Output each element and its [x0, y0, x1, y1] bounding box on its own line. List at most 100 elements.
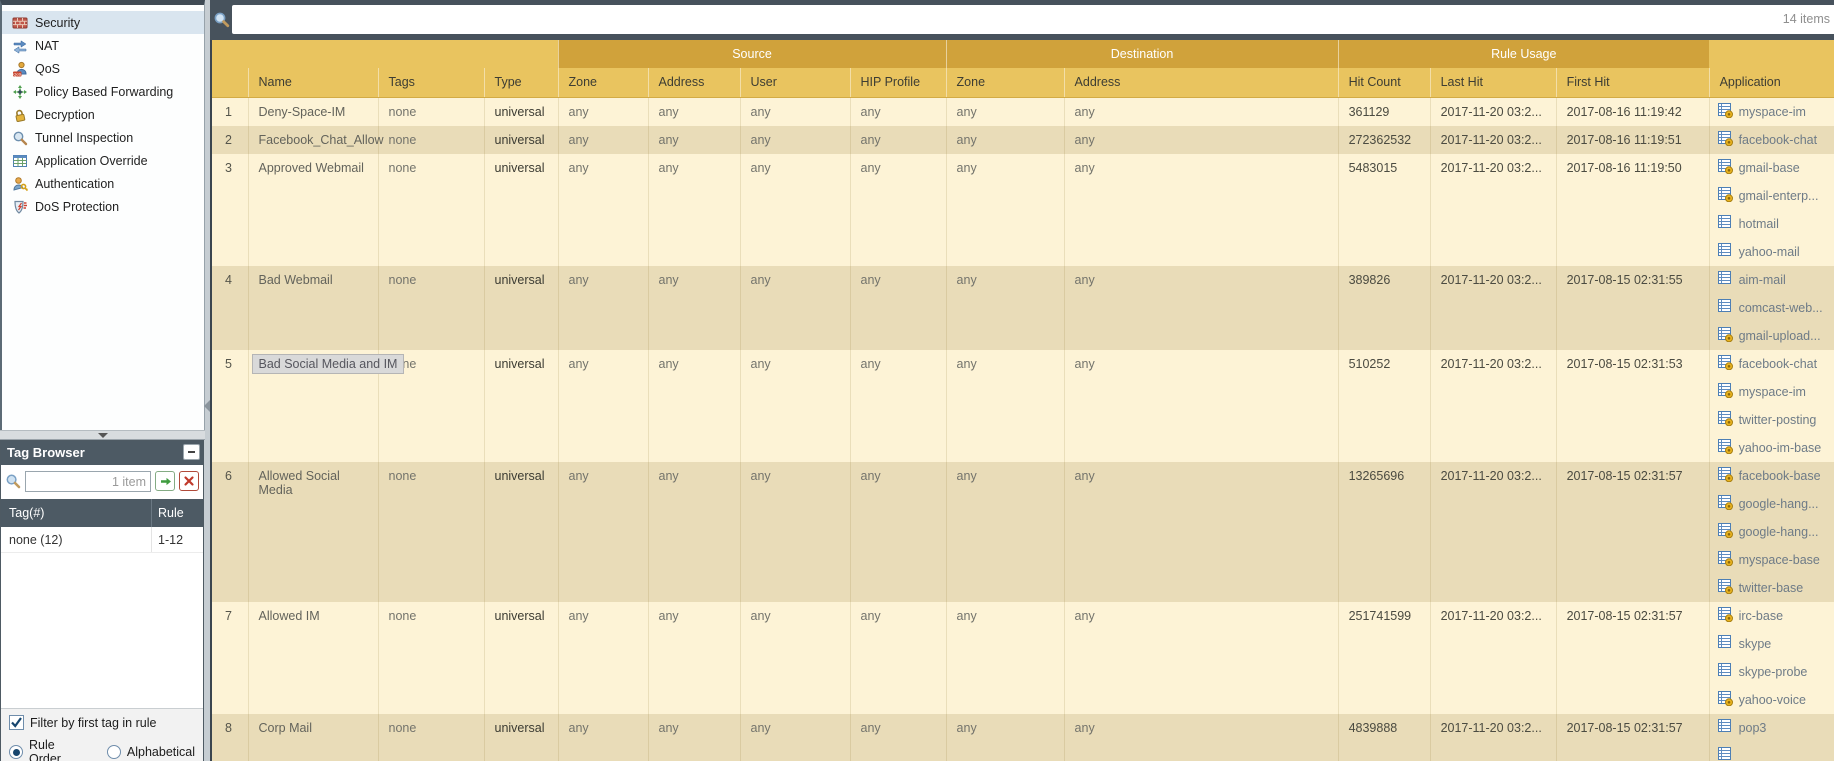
- source-user-cell[interactable]: any: [740, 154, 850, 266]
- column-header-last-hit[interactable]: Last Hit: [1430, 68, 1556, 97]
- tags-cell[interactable]: none: [378, 714, 484, 761]
- sidebar-item-decryption[interactable]: Decryption: [2, 103, 204, 126]
- type-cell[interactable]: universal: [484, 266, 558, 350]
- hip-profile-cell[interactable]: any: [850, 350, 946, 462]
- source-address-cell[interactable]: any: [648, 602, 740, 714]
- checkbox-checked-icon[interactable]: [9, 715, 24, 730]
- hip-profile-cell[interactable]: any: [850, 266, 946, 350]
- rule-number-cell[interactable]: 5: [212, 350, 248, 462]
- hip-profile-cell[interactable]: any: [850, 126, 946, 154]
- tag-search-input[interactable]: 1 item: [25, 471, 151, 492]
- tags-cell[interactable]: none: [378, 126, 484, 154]
- hip-profile-cell[interactable]: any: [850, 154, 946, 266]
- tag-row[interactable]: none (12)1-12: [1, 527, 203, 553]
- application-item[interactable]: myspace-im: [1710, 98, 1834, 126]
- tags-cell[interactable]: none: [378, 462, 484, 602]
- sort-option-rule-order[interactable]: Rule Order: [9, 738, 83, 761]
- dest-address-cell[interactable]: any: [1064, 602, 1338, 714]
- column-header-source-zone[interactable]: Zone: [558, 68, 648, 97]
- application-item[interactable]: yahoo-voice: [1710, 686, 1834, 714]
- tags-cell[interactable]: none: [378, 266, 484, 350]
- dest-zone-cell[interactable]: any: [946, 462, 1064, 602]
- rule-name-cell[interactable]: Allowed Social Media: [248, 462, 378, 602]
- source-address-cell[interactable]: any: [648, 350, 740, 462]
- rule-number-cell[interactable]: 8: [212, 714, 248, 761]
- radio-icon[interactable]: [107, 745, 121, 759]
- source-user-cell[interactable]: any: [740, 266, 850, 350]
- column-header-hip-profile[interactable]: HIP Profile: [850, 68, 946, 97]
- dest-address-cell[interactable]: any: [1064, 350, 1338, 462]
- column-header-hit-count[interactable]: Hit Count: [1338, 68, 1430, 97]
- source-user-cell[interactable]: any: [740, 714, 850, 761]
- dest-zone-cell[interactable]: any: [946, 97, 1064, 126]
- rule-name-cell[interactable]: Bad Social Media and IM: [248, 350, 378, 462]
- column-header-number[interactable]: [212, 68, 248, 97]
- application-item[interactable]: [1710, 742, 1834, 761]
- type-cell[interactable]: universal: [484, 602, 558, 714]
- source-address-cell[interactable]: any: [648, 462, 740, 602]
- source-address-cell[interactable]: any: [648, 154, 740, 266]
- application-item[interactable]: yahoo-im-base: [1710, 434, 1834, 462]
- application-item[interactable]: aim-mail: [1710, 266, 1834, 294]
- source-user-cell[interactable]: any: [740, 462, 850, 602]
- source-zone-cell[interactable]: any: [558, 714, 648, 761]
- column-header-first-hit[interactable]: First Hit: [1556, 68, 1709, 97]
- source-user-cell[interactable]: any: [740, 97, 850, 126]
- application-item[interactable]: gmail-upload...: [1710, 322, 1834, 350]
- application-item[interactable]: pop3: [1710, 714, 1834, 742]
- dest-zone-cell[interactable]: any: [946, 266, 1064, 350]
- collapse-down-icon[interactable]: [98, 433, 108, 438]
- sidebar-item-application-override[interactable]: Application Override: [2, 149, 204, 172]
- application-item[interactable]: myspace-base: [1710, 546, 1834, 574]
- application-item[interactable]: twitter-posting: [1710, 406, 1834, 434]
- dest-address-cell[interactable]: any: [1064, 266, 1338, 350]
- application-item[interactable]: comcast-web...: [1710, 294, 1834, 322]
- source-zone-cell[interactable]: any: [558, 154, 648, 266]
- sort-option-alphabetical[interactable]: Alphabetical: [107, 738, 195, 761]
- dest-zone-cell[interactable]: any: [946, 126, 1064, 154]
- type-cell[interactable]: universal: [484, 154, 558, 266]
- application-item[interactable]: myspace-im: [1710, 378, 1834, 406]
- sidebar-item-nat[interactable]: NAT: [2, 34, 204, 57]
- rule-number-cell[interactable]: 1: [212, 97, 248, 126]
- tags-cell[interactable]: none: [378, 97, 484, 126]
- source-address-cell[interactable]: any: [648, 714, 740, 761]
- type-cell[interactable]: universal: [484, 350, 558, 462]
- type-cell[interactable]: universal: [484, 714, 558, 761]
- rule-number-cell[interactable]: 4: [212, 266, 248, 350]
- sidebar-item-tunnel-inspection[interactable]: Tunnel Inspection: [2, 126, 204, 149]
- minimize-button[interactable]: [183, 444, 200, 460]
- column-header-source-address[interactable]: Address: [648, 68, 740, 97]
- sidebar-item-dos-protection[interactable]: DoS Protection: [2, 195, 204, 218]
- source-zone-cell[interactable]: any: [558, 350, 648, 462]
- policy-search-input[interactable]: 14 items: [232, 5, 1834, 34]
- application-item[interactable]: facebook-base: [1710, 462, 1834, 490]
- application-item[interactable]: google-hang...: [1710, 490, 1834, 518]
- tag-column-header[interactable]: Tag(#): [1, 499, 151, 527]
- rule-name-cell[interactable]: Deny-Space-IM: [248, 97, 378, 126]
- hip-profile-cell[interactable]: any: [850, 97, 946, 126]
- application-item[interactable]: yahoo-mail: [1710, 238, 1834, 266]
- source-user-cell[interactable]: any: [740, 126, 850, 154]
- application-item[interactable]: skype: [1710, 630, 1834, 658]
- rule-name-cell[interactable]: Approved Webmail: [248, 154, 378, 266]
- application-item[interactable]: irc-base: [1710, 602, 1834, 630]
- type-cell[interactable]: universal: [484, 126, 558, 154]
- source-address-cell[interactable]: any: [648, 266, 740, 350]
- column-header-application[interactable]: Application: [1709, 68, 1834, 97]
- rule-number-cell[interactable]: 6: [212, 462, 248, 602]
- column-header-type[interactable]: Type: [484, 68, 558, 97]
- group-header-source[interactable]: Source: [558, 40, 946, 68]
- column-header-tags[interactable]: Tags: [378, 68, 484, 97]
- dest-zone-cell[interactable]: any: [946, 714, 1064, 761]
- column-header-dest-address[interactable]: Address: [1064, 68, 1338, 97]
- source-address-cell[interactable]: any: [648, 97, 740, 126]
- sidebar-item-policy-based-forwarding[interactable]: Policy Based Forwarding: [2, 80, 204, 103]
- source-user-cell[interactable]: any: [740, 602, 850, 714]
- column-header-source-user[interactable]: User: [740, 68, 850, 97]
- source-zone-cell[interactable]: any: [558, 602, 648, 714]
- hip-profile-cell[interactable]: any: [850, 462, 946, 602]
- source-zone-cell[interactable]: any: [558, 126, 648, 154]
- rule-number-cell[interactable]: 2: [212, 126, 248, 154]
- source-address-cell[interactable]: any: [648, 126, 740, 154]
